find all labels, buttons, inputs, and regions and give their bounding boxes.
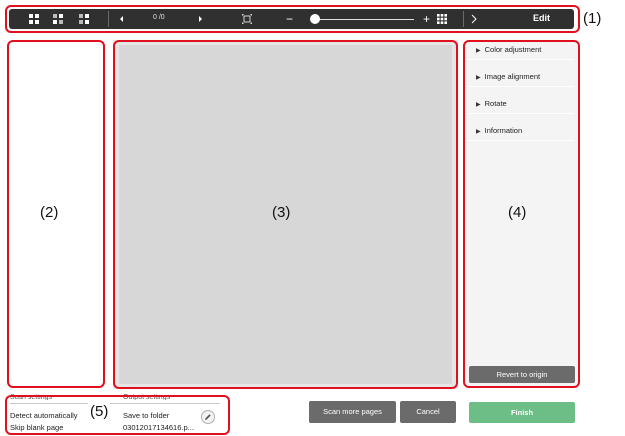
callout-label-preview: (3): [272, 204, 291, 221]
callout-label-scan-info: (5): [88, 403, 111, 420]
callout-label-thumbnail-panel: (2): [40, 204, 59, 221]
scan-more-pages-button[interactable]: Scan more pages: [309, 401, 396, 423]
callout-box-scan-info: [5, 395, 230, 435]
callout-label-edit-panel: (4): [508, 204, 527, 221]
callout-label-toolbar: (1): [583, 10, 602, 27]
scan-window: 0 /0 − + Edit ▶ Color adjustment ▶ Image a…: [0, 0, 625, 436]
cancel-button[interactable]: Cancel: [400, 401, 456, 423]
callout-box-toolbar: [5, 5, 580, 33]
finish-button[interactable]: Finish: [469, 402, 575, 423]
